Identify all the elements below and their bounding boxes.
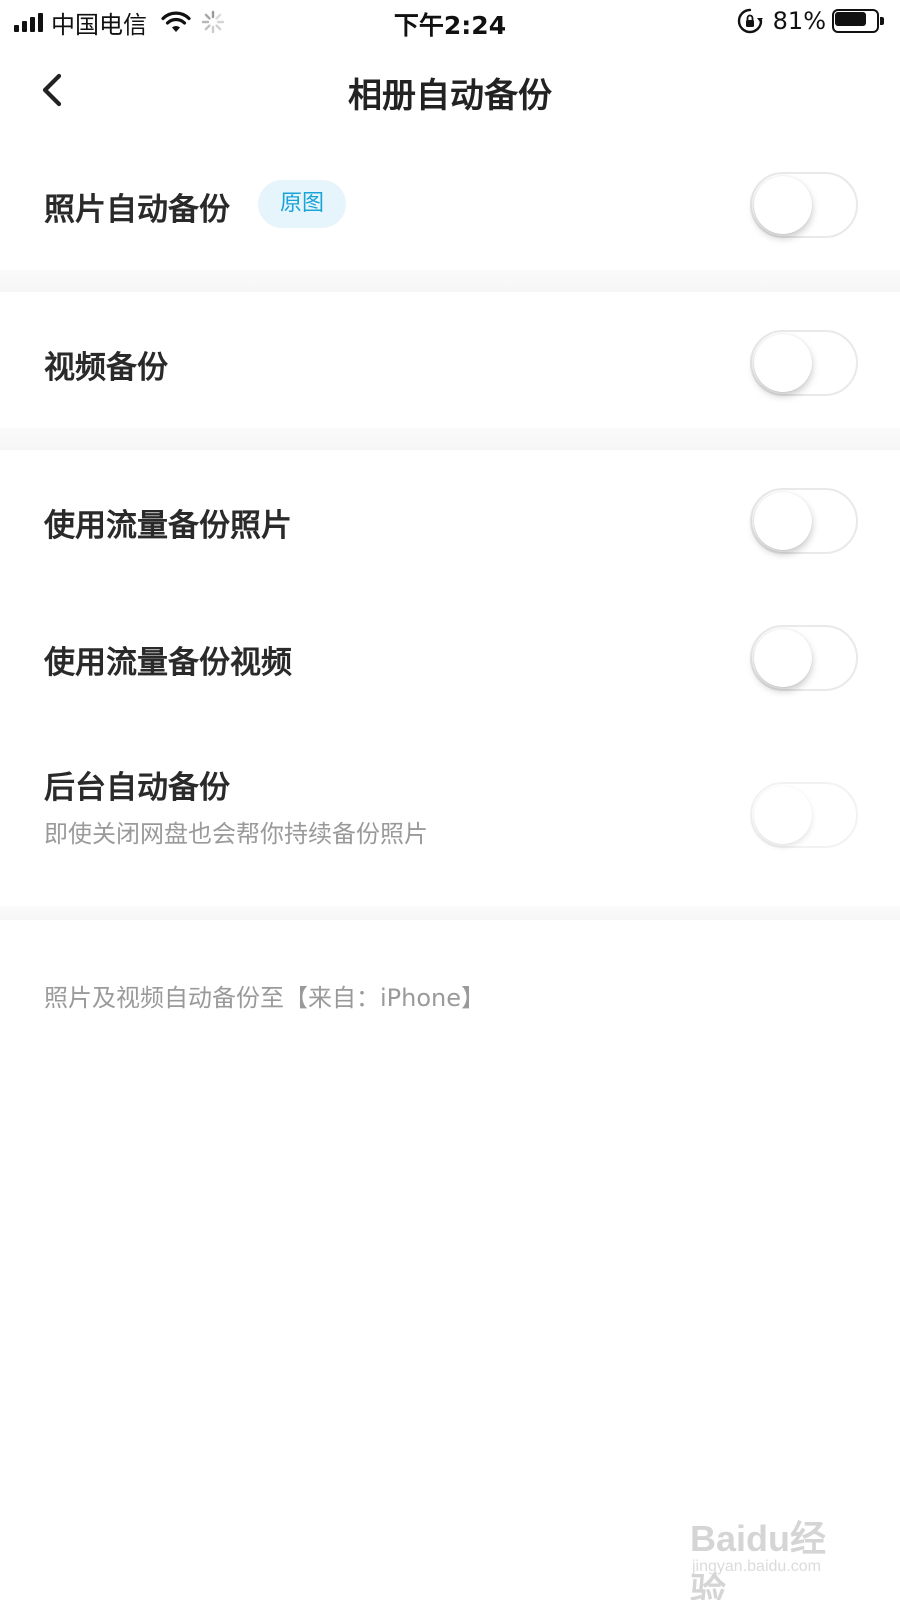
status-bar: 中国电信 下午2:24 81% <box>0 0 900 44</box>
video-backup-label: 视频备份 <box>44 350 168 386</box>
original-quality-badge[interactable]: 原图 <box>258 180 346 228</box>
watermark-url: jingyan.baidu.com <box>692 1558 821 1575</box>
album-backup-screen: 中国电信 下午2:24 81% 相册自动备份 照片自动备份 原图 视频备份 使用… <box>0 0 900 1600</box>
toggle-knob <box>754 786 812 844</box>
section-divider <box>0 270 900 292</box>
cellular-video-backup-label: 使用流量备份视频 <box>44 645 292 681</box>
toggle-knob <box>754 334 812 392</box>
background-backup-label: 后台自动备份 <box>44 770 230 806</box>
page-title: 相册自动备份 <box>348 76 552 116</box>
toggle-knob <box>754 176 812 234</box>
cellular-photo-backup-label: 使用流量备份照片 <box>44 508 292 544</box>
section-divider <box>0 906 900 920</box>
battery-percent: 81% <box>772 7 826 35</box>
cellular-photo-backup-toggle[interactable] <box>750 488 858 554</box>
background-backup-description: 即使关闭网盘也会帮你持续备份照片 <box>44 820 428 848</box>
rotation-lock-icon <box>737 8 763 34</box>
watermark-brand: Baidu经验 <box>690 1518 827 1600</box>
section-divider <box>0 428 900 450</box>
toggle-knob <box>754 629 812 687</box>
photo-auto-backup-label: 照片自动备份 <box>44 192 230 228</box>
battery-fill <box>835 12 866 26</box>
navigation-bar: 相册自动备份 <box>0 50 900 130</box>
cellular-video-backup-toggle[interactable] <box>750 625 858 691</box>
background-backup-toggle[interactable] <box>750 782 858 848</box>
toggle-knob <box>754 492 812 550</box>
video-backup-toggle[interactable] <box>750 330 858 396</box>
backup-destination-note: 照片及视频自动备份至【来自：iPhone】 <box>44 984 486 1012</box>
baidu-jingyan-watermark: Baidu经验 jingyan.baidu.com <box>690 1510 860 1600</box>
battery-icon <box>832 9 884 33</box>
status-right: 81% <box>737 6 884 36</box>
photo-auto-backup-toggle[interactable] <box>750 172 858 238</box>
